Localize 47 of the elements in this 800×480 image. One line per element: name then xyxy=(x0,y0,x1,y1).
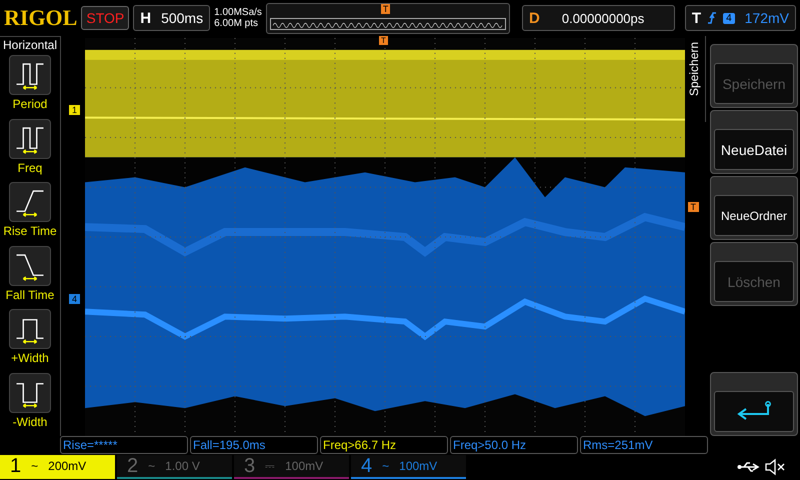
channel-marker: 1 xyxy=(69,105,80,115)
trigger-panel[interactable]: T 4 172mV xyxy=(684,5,796,31)
delay-label: D xyxy=(529,10,540,26)
menu-button[interactable]: NeueOrdner xyxy=(710,176,798,240)
channel-marker: 4 xyxy=(69,294,80,304)
measure-label: Period xyxy=(12,97,48,111)
run-state-button[interactable]: STOP xyxy=(81,6,130,30)
measure-button[interactable] xyxy=(9,55,51,95)
measure-button[interactable] xyxy=(9,118,51,158)
measure-button[interactable] xyxy=(9,246,51,286)
sample-rate: 1.00MSa/s xyxy=(214,7,262,18)
usb-icon xyxy=(736,460,762,474)
measure-label: -Width xyxy=(12,414,48,428)
rising-edge-icon xyxy=(707,11,718,25)
measure-button[interactable] xyxy=(9,372,51,412)
measure-label: Rise Time xyxy=(3,224,57,238)
measure-button[interactable] xyxy=(9,182,51,222)
trigger-position-marker: T xyxy=(380,4,390,14)
horizontal-label: H xyxy=(140,10,152,26)
measurement-reading: Fall=195.0ms xyxy=(190,436,318,454)
measurement-reading: Freq>66.7 Hz xyxy=(320,436,448,454)
waveform-overview-icon xyxy=(270,18,506,30)
trigger-label: T xyxy=(692,10,702,26)
muted-speaker-icon xyxy=(764,458,786,476)
trigger-position-marker: T xyxy=(379,36,388,45)
measurement-reading: Rms=251mV xyxy=(580,436,708,454)
menu-button[interactable]: NeueDatei xyxy=(710,110,798,174)
menu-title: Horizontal xyxy=(2,38,58,52)
measurement-reading: Rise=***** xyxy=(60,436,188,454)
memory-depth: 6.00M pts xyxy=(214,18,260,29)
brand-logo: RIGOL xyxy=(4,5,78,31)
trigger-level: 172mV xyxy=(744,10,789,26)
measure-label: +Width xyxy=(11,351,49,365)
channel-tab[interactable]: 1 ~ 200mV xyxy=(0,455,115,479)
measure-label: Fall Time xyxy=(6,288,54,302)
measure-label: Freq xyxy=(18,160,42,174)
channel-tab[interactable]: 4 ~ 100mV xyxy=(351,455,466,479)
timebase-panel[interactable]: H 500ms xyxy=(133,5,210,31)
timebase-value: 500ms xyxy=(161,10,204,26)
delay-value: 0.00000000ps xyxy=(562,10,644,26)
delay-panel[interactable]: D 0.00000000ps xyxy=(522,5,675,31)
trigger-source-badge: 4 xyxy=(723,12,735,24)
measure-button[interactable] xyxy=(9,309,51,349)
menu-title: Speichern xyxy=(687,36,706,122)
measurement-reading: Freq>50.0 Hz xyxy=(450,436,578,454)
return-button[interactable] xyxy=(710,372,798,436)
trigger-level-marker: T xyxy=(688,202,699,212)
